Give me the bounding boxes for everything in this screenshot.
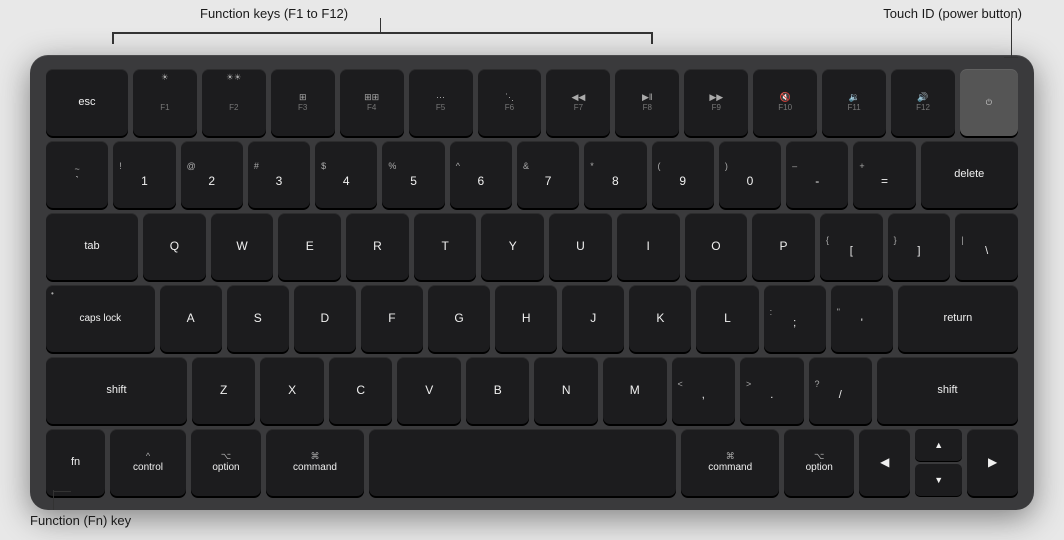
key-arrow-left[interactable]: ◀ — [859, 429, 910, 496]
keyboard-layout: esc ☀ F1 ☀☀ F2 ⊞ F3 ⊞⊞ F4 ⋯ F5 — [46, 69, 1018, 496]
key-9[interactable]: ( 9 — [652, 141, 714, 208]
arrow-up-down-container: ▲ ▼ — [915, 429, 962, 496]
key-option-right[interactable]: ⌥ option — [784, 429, 854, 496]
function-keys-label: Function keys (F1 to F12) — [200, 6, 348, 21]
key-r[interactable]: R — [346, 213, 409, 280]
key-p[interactable]: P — [752, 213, 815, 280]
key-s[interactable]: S — [227, 285, 289, 352]
key-f6[interactable]: ⋱ F6 — [478, 69, 542, 136]
function-keys-label-line — [380, 18, 381, 32]
key-2[interactable]: @ 2 — [181, 141, 243, 208]
key-d[interactable]: D — [294, 285, 356, 352]
key-f1[interactable]: ☀ F1 — [133, 69, 197, 136]
key-arrow-up[interactable]: ▲ — [915, 429, 962, 461]
key-slash[interactable]: ? / — [809, 357, 873, 424]
key-j[interactable]: J — [562, 285, 624, 352]
modifier-row: fn ^ control ⌥ option ⌘ command ⌘ comman… — [46, 429, 1018, 496]
key-close-bracket[interactable]: } ] — [888, 213, 951, 280]
key-shift-right[interactable]: shift — [877, 357, 1018, 424]
key-4[interactable]: $ 4 — [315, 141, 377, 208]
key-option-left[interactable]: ⌥ option — [191, 429, 261, 496]
fn-key-label: Function (Fn) key — [30, 513, 131, 528]
key-backtick[interactable]: ~ ` — [46, 141, 108, 208]
key-w[interactable]: W — [211, 213, 274, 280]
function-keys-bracket-left — [112, 32, 114, 44]
number-row: ~ ` ! 1 @ 2 # 3 $ 4 % 5 — [46, 141, 1018, 208]
key-x[interactable]: X — [260, 357, 324, 424]
key-period[interactable]: > . — [740, 357, 804, 424]
key-fn[interactable]: fn — [46, 429, 105, 496]
key-7[interactable]: & 7 — [517, 141, 579, 208]
key-arrow-down[interactable]: ▼ — [915, 464, 962, 496]
key-equals[interactable]: + = — [853, 141, 915, 208]
key-b[interactable]: B — [466, 357, 530, 424]
key-arrow-right[interactable]: ▶ — [967, 429, 1018, 496]
key-k[interactable]: K — [629, 285, 691, 352]
key-6[interactable]: ^ 6 — [450, 141, 512, 208]
key-c[interactable]: C — [329, 357, 393, 424]
key-f[interactable]: F — [361, 285, 423, 352]
key-0[interactable]: ) 0 — [719, 141, 781, 208]
key-semicolon[interactable]: : ; — [764, 285, 826, 352]
key-tab[interactable]: tab — [46, 213, 138, 280]
key-f12[interactable]: 🔊 F12 — [891, 69, 955, 136]
key-t[interactable]: T — [414, 213, 477, 280]
key-comma[interactable]: < , — [672, 357, 736, 424]
key-f7[interactable]: ◀◀ F7 — [546, 69, 610, 136]
key-return[interactable]: return — [898, 285, 1018, 352]
key-5[interactable]: % 5 — [382, 141, 444, 208]
key-backslash[interactable]: | \ — [955, 213, 1018, 280]
key-1[interactable]: ! 1 — [113, 141, 175, 208]
key-n[interactable]: N — [534, 357, 598, 424]
asdf-row: • caps lock A S D F G H J K L : ; " ' re… — [46, 285, 1018, 352]
key-caps-lock[interactable]: • caps lock — [46, 285, 155, 352]
key-m[interactable]: M — [603, 357, 667, 424]
key-f8[interactable]: ▶‖ F8 — [615, 69, 679, 136]
key-o[interactable]: O — [685, 213, 748, 280]
key-control[interactable]: ^ control — [110, 429, 186, 496]
key-quote[interactable]: " ' — [831, 285, 893, 352]
key-8[interactable]: * 8 — [584, 141, 646, 208]
key-command-right[interactable]: ⌘ command — [681, 429, 779, 496]
key-i[interactable]: I — [617, 213, 680, 280]
key-v[interactable]: V — [397, 357, 461, 424]
key-f11[interactable]: 🔉 F11 — [822, 69, 886, 136]
key-minus[interactable]: – - — [786, 141, 848, 208]
key-y[interactable]: Y — [481, 213, 544, 280]
key-h[interactable]: H — [495, 285, 557, 352]
key-delete[interactable]: delete — [921, 141, 1018, 208]
key-f10[interactable]: 🔇 F10 — [753, 69, 817, 136]
function-key-row: esc ☀ F1 ☀☀ F2 ⊞ F3 ⊞⊞ F4 ⋯ F5 — [46, 69, 1018, 136]
touchid-label: Touch ID (power button) — [883, 6, 1022, 21]
function-keys-bracket-top — [112, 32, 652, 34]
key-f4[interactable]: ⊞⊞ F4 — [340, 69, 404, 136]
key-a[interactable]: A — [160, 285, 222, 352]
key-esc[interactable]: esc — [46, 69, 128, 136]
zxcv-row: shift Z X C V B N M < , > . ? / shift — [46, 357, 1018, 424]
key-open-bracket[interactable]: { [ — [820, 213, 883, 280]
keyboard: esc ☀ F1 ☀☀ F2 ⊞ F3 ⊞⊞ F4 ⋯ F5 — [30, 55, 1034, 510]
key-f2[interactable]: ☀☀ F2 — [202, 69, 266, 136]
function-keys-bracket-right — [651, 32, 653, 44]
key-u[interactable]: U — [549, 213, 612, 280]
key-f5[interactable]: ⋯ F5 — [409, 69, 473, 136]
key-l[interactable]: L — [696, 285, 758, 352]
key-3[interactable]: # 3 — [248, 141, 310, 208]
key-z[interactable]: Z — [192, 357, 256, 424]
key-g[interactable]: G — [428, 285, 490, 352]
key-f9[interactable]: ▶▶ F9 — [684, 69, 748, 136]
touchid-line — [1011, 18, 1012, 58]
key-e[interactable]: E — [278, 213, 341, 280]
key-touchid[interactable]: ⏻ — [960, 69, 1018, 136]
key-f3[interactable]: ⊞ F3 — [271, 69, 335, 136]
key-shift-left[interactable]: shift — [46, 357, 187, 424]
qwerty-row: tab Q W E R T Y U I O P { [ } ] | \ — [46, 213, 1018, 280]
key-q[interactable]: Q — [143, 213, 206, 280]
key-space[interactable] — [369, 429, 676, 496]
key-command-left[interactable]: ⌘ command — [266, 429, 364, 496]
